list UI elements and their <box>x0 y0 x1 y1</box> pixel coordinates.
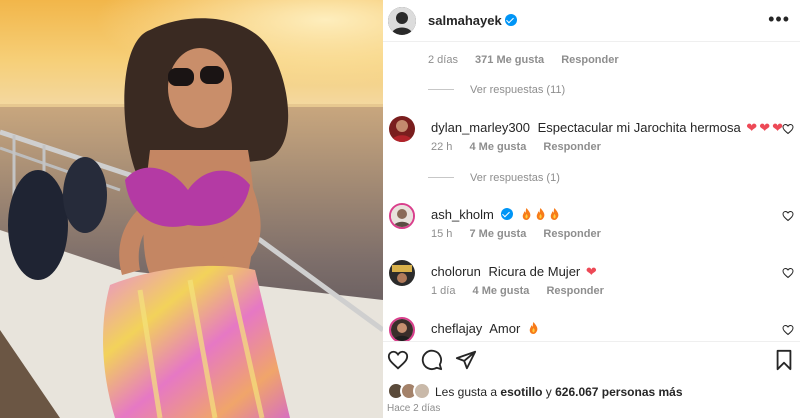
reply-button[interactable]: Responder <box>546 285 603 297</box>
post-header: salmahayek ••• <box>383 0 800 42</box>
comment-meta: 15 h 7 Me gusta Responder <box>431 228 615 240</box>
liker-username[interactable]: esotillo <box>500 385 542 399</box>
verified-badge-icon <box>504 14 517 26</box>
commenter-avatar[interactable] <box>389 203 415 229</box>
reply-button[interactable]: Responder <box>561 54 618 66</box>
replies-divider-line <box>428 177 454 178</box>
bookmark-icon[interactable] <box>773 349 795 371</box>
comment-meta: 1 día 4 Me gusta Responder <box>431 285 618 297</box>
commenter-username[interactable]: cholorun <box>431 264 481 279</box>
post-detail-panel: salmahayek ••• 2 días 371 Me gusta Respo… <box>383 0 800 418</box>
comment-likes-count[interactable]: 371 Me gusta <box>475 54 544 66</box>
reply-button[interactable]: Responder <box>543 228 600 240</box>
more-options-icon[interactable]: ••• <box>768 10 790 28</box>
view-replies-button[interactable]: Ver respuestas (11) <box>428 84 565 96</box>
heart-icon[interactable] <box>387 349 409 371</box>
comment-time: 22 h <box>431 141 453 153</box>
comment-text: cheflajay Amor <box>431 321 538 336</box>
commenter-username[interactable]: cheflajay <box>431 321 482 336</box>
view-replies-label[interactable]: Ver respuestas (11) <box>470 84 565 96</box>
comment-text: ash_kholm <box>431 207 559 222</box>
view-replies-button[interactable]: Ver respuestas (1) <box>428 172 560 184</box>
author-username-text[interactable]: salmahayek <box>428 13 502 28</box>
red-heart-emoji: ❤ <box>759 120 771 135</box>
post-timestamp: Hace 2 días <box>387 403 441 414</box>
fire-icon <box>529 322 538 334</box>
post-actions-bar <box>383 341 800 375</box>
heart-icon[interactable] <box>782 267 794 279</box>
likes-prefix: Les gusta a <box>435 385 498 399</box>
comment-likes-count[interactable]: 4 Me gusta <box>469 141 526 153</box>
likes-connector: y <box>545 385 552 399</box>
verified-badge-icon <box>500 208 513 220</box>
share-icon[interactable] <box>455 349 477 371</box>
red-heart-emoji: ❤ <box>585 264 597 279</box>
comment-meta: 2 días 371 Me gusta Responder <box>428 54 633 66</box>
likes-others-count[interactable]: 626.067 personas más <box>555 385 682 399</box>
fire-icon <box>550 208 558 220</box>
liker-avatar <box>413 382 431 400</box>
heart-icon[interactable] <box>782 210 794 222</box>
comments-list: 2 días 371 Me gusta Responder Ver respue… <box>383 42 800 341</box>
commenter-username[interactable]: ash_kholm <box>431 207 494 222</box>
comment-meta: 22 h 4 Me gusta Responder <box>431 141 615 153</box>
reply-button[interactable]: Responder <box>543 141 600 153</box>
commenter-avatar[interactable] <box>389 260 415 286</box>
comment-likes-count[interactable]: 4 Me gusta <box>473 285 530 297</box>
liker-avatars[interactable] <box>387 382 433 400</box>
comment-time: 2 días <box>428 54 458 66</box>
view-replies-label[interactable]: Ver respuestas (1) <box>470 172 560 184</box>
heart-icon[interactable] <box>782 324 794 336</box>
commenter-avatar[interactable] <box>389 317 415 341</box>
author-avatar[interactable] <box>388 7 416 35</box>
comment-text: cholorun Ricura de Mujer ❤ <box>431 264 597 280</box>
comment-body: Amor <box>489 321 521 336</box>
comment-body: Ricura de Mujer <box>488 264 581 279</box>
author-username[interactable]: salmahayek <box>428 13 517 28</box>
comment-time: 1 día <box>431 285 456 297</box>
comment-time: 15 h <box>431 228 453 240</box>
fire-icon <box>522 208 530 220</box>
heart-icon[interactable] <box>782 123 794 135</box>
commenter-username[interactable]: dylan_marley300 <box>431 120 530 135</box>
fire-icon <box>536 208 544 220</box>
likes-text: Les gusta a esotillo y 626.067 personas … <box>435 385 683 399</box>
comment-text: dylan_marley300 Espectacular mi Jarochit… <box>431 120 783 136</box>
comment-likes-count[interactable]: 7 Me gusta <box>469 228 526 240</box>
post-photo <box>0 0 383 418</box>
commenter-avatar[interactable] <box>389 116 415 142</box>
comment-body: Espectacular mi Jarochita hermosa <box>537 120 741 135</box>
comment-icon[interactable] <box>421 349 443 371</box>
replies-divider-line <box>428 89 454 90</box>
likes-summary: Les gusta a esotillo y 626.067 personas … <box>387 381 797 401</box>
red-heart-emoji: ❤ <box>746 120 758 135</box>
